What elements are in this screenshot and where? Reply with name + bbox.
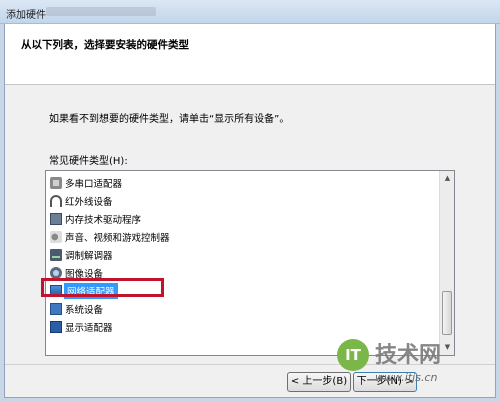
list-item-label: 红外线设备 [65, 196, 113, 208]
list-item-memory-tech[interactable]: 内存技术驱动程序 [50, 210, 168, 227]
list-item-system-devices[interactable]: 系统设备 [50, 300, 168, 317]
vertical-scrollbar[interactable]: ▲ ▼ [439, 171, 454, 355]
list-item-label: 内存技术驱动程序 [65, 214, 142, 226]
system-device-icon [50, 302, 62, 315]
watermark-name: 技术网 [375, 343, 442, 368]
list-item-display-adapter[interactable]: 显示适配器 [50, 318, 168, 335]
scroll-up-arrow-icon[interactable]: ▲ [441, 171, 454, 186]
window-title: 添加硬件 [6, 10, 46, 21]
hardware-type-label: 常见硬件类型(H): [49, 156, 128, 167]
list-item-label: 调制解调器 [65, 250, 113, 262]
serial-port-icon [50, 176, 62, 189]
title-bar: 添加硬件 [0, 0, 500, 24]
sound-icon [50, 230, 62, 243]
list-item-label: 显示适配器 [65, 322, 113, 334]
site-watermark: IT 技术网 www.itjs.cn [331, 333, 491, 395]
list-item-label: 多串口适配器 [65, 178, 123, 190]
scrollbar-thumb[interactable] [442, 291, 452, 335]
blurred-title-text [46, 7, 156, 16]
hardware-type-list[interactable]: 多串口适配器 红外线设备 内存技术驱动程序 声音、视频和游戏控制器 调制解调器 … [45, 170, 455, 356]
dialog-frame: 从以下列表，选择要安装的硬件类型 如果看不到想要的硬件类型，请单击“显示所有设备… [4, 24, 496, 398]
modem-icon [50, 248, 62, 261]
list-item-multi-serial[interactable]: 多串口适配器 [50, 174, 168, 191]
annotation-highlight-box [41, 278, 164, 297]
infrared-icon [50, 194, 62, 207]
page-title: 从以下列表，选择要安装的硬件类型 [21, 39, 189, 51]
watermark-url: www.itjs.cn [375, 371, 438, 384]
watermark-logo-icon: IT [337, 339, 369, 371]
list-content: 多串口适配器 红外线设备 内存技术驱动程序 声音、视频和游戏控制器 调制解调器 … [46, 171, 439, 355]
list-item-infrared[interactable]: 红外线设备 [50, 192, 168, 209]
list-item-label: 系统设备 [65, 304, 104, 316]
display-adapter-icon [50, 320, 62, 333]
list-item-sound-video[interactable]: 声音、视频和游戏控制器 [50, 228, 170, 245]
list-item-modem[interactable]: 调制解调器 [50, 246, 168, 263]
instruction-text: 如果看不到想要的硬件类型，请单击“显示所有设备”。 [49, 114, 290, 125]
memory-icon [50, 212, 62, 225]
list-item-label: 声音、视频和游戏控制器 [65, 232, 170, 244]
imaging-icon [50, 266, 62, 279]
wizard-header: 从以下列表，选择要安装的硬件类型 [5, 24, 495, 85]
